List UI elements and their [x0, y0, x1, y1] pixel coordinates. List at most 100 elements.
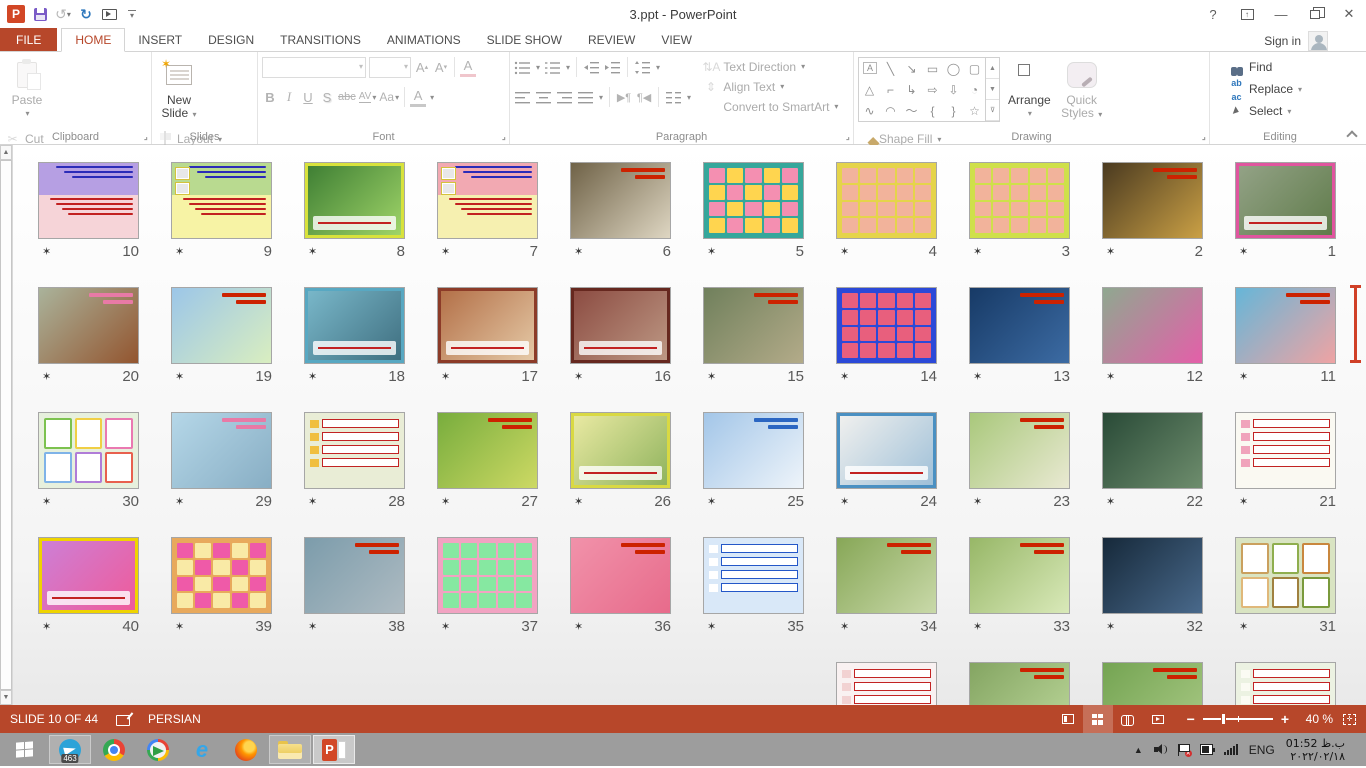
slide-thumbnail-21[interactable]	[1235, 412, 1336, 489]
slide-thumbnail-34[interactable]	[836, 537, 937, 614]
taskbar-telegram[interactable]: 463	[49, 735, 91, 764]
reading-view-button[interactable]	[1113, 705, 1143, 733]
line-spacing-icon[interactable]	[634, 60, 651, 75]
bold-button[interactable]: B	[262, 87, 278, 107]
font-dialog-launcher[interactable]: ⌟	[502, 131, 506, 142]
shape-down-arrow-icon[interactable]: ⇩	[943, 79, 964, 100]
language-tray-indicator[interactable]: ENG	[1249, 743, 1275, 757]
taskbar-firefox[interactable]	[225, 735, 267, 764]
close-button[interactable]: ✕	[1332, 0, 1366, 28]
shapes-scroll-down[interactable]: ▼	[986, 79, 999, 100]
tab-transitions[interactable]: TRANSITIONS	[267, 28, 374, 51]
slide-thumbnail-35[interactable]	[703, 537, 804, 614]
drawing-dialog-launcher[interactable]: ⌟	[1202, 131, 1206, 142]
align-text-button[interactable]: ⇕Align Text▾	[702, 78, 838, 95]
shape-arrow-icon[interactable]: ↘	[901, 58, 922, 79]
clear-formatting-button[interactable]: A	[460, 57, 476, 77]
customize-qat-button[interactable]: ▾	[124, 5, 140, 23]
shape-right-arrow-icon[interactable]: ⇨	[922, 79, 943, 100]
slide-thumbnail-40[interactable]	[38, 537, 139, 614]
vertical-scrollbar[interactable]: ▲ ▼	[0, 145, 13, 705]
tab-insert[interactable]: INSERT	[125, 28, 195, 51]
shape-scribble-icon[interactable]: ∿	[859, 100, 880, 121]
slide-thumbnail-37[interactable]	[437, 537, 538, 614]
new-slide-button[interactable]: New Slide ▾	[156, 55, 202, 127]
slide-thumbnail-31[interactable]	[1235, 537, 1336, 614]
slide-thumbnail-11[interactable]	[1235, 287, 1336, 364]
restore-button[interactable]	[1298, 0, 1332, 28]
underline-button[interactable]: U	[300, 87, 316, 107]
start-slideshow-button[interactable]	[101, 5, 117, 23]
shape-triangle-icon[interactable]: △	[859, 79, 880, 100]
tab-design[interactable]: DESIGN	[195, 28, 267, 51]
taskbar-chrome[interactable]	[93, 735, 135, 764]
right-to-left-icon[interactable]: ¶◀	[636, 87, 652, 107]
font-size-combo[interactable]	[369, 57, 411, 78]
slide-thumbnail-42[interactable]	[1102, 662, 1203, 705]
action-center-flag-icon[interactable]: ✕	[1178, 744, 1189, 756]
tab-slide-show[interactable]: SLIDE SHOW	[474, 28, 575, 51]
slide-thumbnail-25[interactable]	[703, 412, 804, 489]
numbering-icon[interactable]	[544, 60, 561, 75]
slide-counter[interactable]: SLIDE 10 OF 44	[10, 712, 98, 726]
normal-view-button[interactable]	[1053, 705, 1083, 733]
justify-icon[interactable]	[577, 90, 594, 105]
shape-right-brace-icon[interactable]: }	[943, 100, 964, 121]
taskbar-clock[interactable]: 01:52 ب.ظ ۲۰۲۲/۰۲/۱۸	[1286, 737, 1345, 763]
shape-star-icon[interactable]: ☆	[964, 100, 985, 121]
shape-left-brace-icon[interactable]: {	[922, 100, 943, 121]
start-button[interactable]	[0, 733, 48, 766]
slide-thumbnail-18[interactable]	[304, 287, 405, 364]
clipboard-dialog-launcher[interactable]: ⌟	[144, 131, 148, 142]
slide-thumbnail-8[interactable]	[304, 162, 405, 239]
slide-thumbnail-30[interactable]	[38, 412, 139, 489]
shape-arc-icon[interactable]: ◠	[880, 100, 901, 121]
zoom-percentage[interactable]: 40 %	[1297, 712, 1333, 726]
fit-slide-to-window-button[interactable]: ✛	[1343, 714, 1356, 725]
text-direction-button[interactable]: ⇅AText Direction▾	[702, 58, 838, 75]
shrink-font-button[interactable]: A▾	[433, 57, 449, 77]
align-right-icon[interactable]	[556, 90, 573, 105]
volume-icon[interactable]	[1154, 744, 1167, 755]
align-left-icon[interactable]	[514, 90, 531, 105]
tab-home[interactable]: HOME	[61, 28, 125, 52]
slide-thumbnail-19[interactable]	[171, 287, 272, 364]
taskbar-internet-explorer[interactable]: e	[181, 735, 223, 764]
zoom-slider-thumb[interactable]	[1221, 713, 1226, 725]
shape-pie-icon[interactable]: ◔	[964, 79, 985, 100]
taskbar-idm[interactable]	[137, 735, 179, 764]
slide-thumbnail-6[interactable]	[570, 162, 671, 239]
character-spacing-button[interactable]: AV▾	[359, 87, 377, 107]
slide-thumbnail-7[interactable]	[437, 162, 538, 239]
slide-thumbnail-29[interactable]	[171, 412, 272, 489]
undo-button[interactable]: ↺▾	[55, 5, 71, 23]
redo-button[interactable]: ↻	[78, 5, 94, 23]
slide-thumbnail-36[interactable]	[570, 537, 671, 614]
help-button[interactable]: ?	[1196, 0, 1230, 28]
slide-thumbnail-38[interactable]	[304, 537, 405, 614]
font-color-button[interactable]: A	[410, 87, 426, 107]
replace-button[interactable]: abacReplace▾	[1228, 80, 1334, 98]
slide-thumbnail-16[interactable]	[570, 287, 671, 364]
scroll-up-arrow[interactable]: ▲	[0, 145, 12, 160]
slide-thumbnail-23[interactable]	[969, 412, 1070, 489]
shape-curve-icon[interactable]: 〜	[901, 100, 922, 121]
account-avatar[interactable]	[1308, 31, 1328, 51]
shape-oval-icon[interactable]: ◯	[943, 58, 964, 79]
quick-styles-button[interactable]: Quick Styles ▾	[1059, 55, 1105, 127]
battery-icon[interactable]	[1200, 744, 1213, 755]
language-indicator[interactable]: PERSIAN	[148, 712, 201, 726]
slide-thumbnail-43[interactable]	[969, 662, 1070, 705]
slide-thumbnail-3[interactable]	[969, 162, 1070, 239]
select-button[interactable]: Select▾	[1228, 102, 1334, 120]
collapse-ribbon-button[interactable]	[1348, 130, 1356, 138]
slide-thumbnail-1[interactable]	[1235, 162, 1336, 239]
arrange-button[interactable]: Arrange▾	[1003, 55, 1055, 127]
align-center-icon[interactable]	[535, 90, 552, 105]
taskbar-powerpoint[interactable]	[313, 735, 355, 764]
ribbon-display-options-button[interactable]: ↑	[1230, 0, 1264, 28]
slide-thumbnail-2[interactable]	[1102, 162, 1203, 239]
shapes-more-button[interactable]: ⊽	[986, 100, 999, 121]
font-name-combo[interactable]	[262, 57, 366, 78]
left-to-right-icon[interactable]: ▶¶	[616, 87, 632, 107]
